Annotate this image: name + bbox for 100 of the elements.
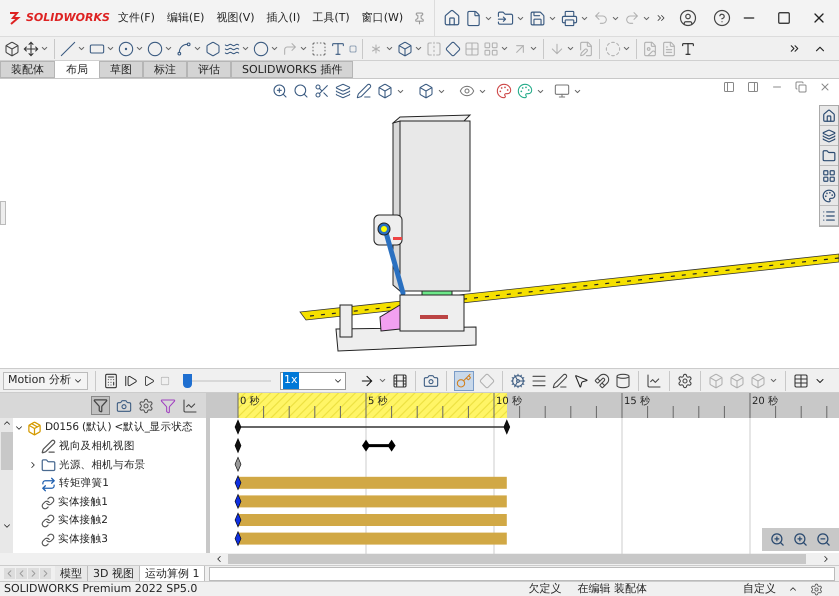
keyframe-diamond[interactable]	[234, 494, 242, 510]
box-icon[interactable]	[397, 40, 413, 56]
move-icon[interactable]	[23, 40, 39, 56]
text-icon[interactable]	[330, 40, 346, 56]
tree-item[interactable]: D0156 (默认) <默认_显示状态	[45, 420, 193, 436]
list-icon[interactable]	[822, 208, 836, 222]
box-icon[interactable]	[418, 83, 434, 99]
help-icon[interactable]	[713, 9, 732, 27]
document-tab[interactable]: 3D 视图	[88, 566, 140, 582]
user-icon[interactable]	[679, 9, 698, 27]
menu-item[interactable]: 视图(V)	[210, 10, 261, 26]
diamond-icon[interactable]	[445, 40, 461, 56]
box-icon[interactable]	[4, 40, 20, 56]
panel-left-icon[interactable]	[723, 81, 735, 93]
calculator-icon[interactable]	[103, 372, 119, 388]
keyframe-diamond[interactable]	[234, 419, 242, 435]
new-file-icon[interactable]	[465, 10, 482, 26]
camera-filter-icon[interactable]	[116, 398, 132, 414]
play-from-start-icon[interactable]	[124, 374, 138, 388]
layers-icon[interactable]	[822, 128, 836, 142]
settings-icon[interactable]	[677, 372, 693, 388]
gear-filter-icon[interactable]	[138, 398, 154, 414]
menu-item[interactable]: 编辑(E)	[160, 10, 210, 26]
zoom-out-icon[interactable]	[816, 532, 831, 547]
restore-icon[interactable]	[795, 81, 807, 93]
print-icon[interactable]	[561, 10, 578, 26]
open-folder-icon[interactable]	[497, 10, 514, 26]
ribbon-tab[interactable]: 标注	[143, 61, 187, 78]
ribbon-tab[interactable]: 草图	[99, 61, 143, 78]
chart-filter-icon[interactable]	[182, 398, 198, 414]
tree-item[interactable]: 光源、相机与布景	[59, 458, 146, 474]
play-icon[interactable]	[143, 374, 155, 386]
scrollbar-thumb[interactable]	[0, 432, 12, 470]
layers-icon[interactable]	[335, 83, 351, 99]
menu-item[interactable]: 文件(F)	[112, 10, 161, 26]
grid-icon[interactable]	[822, 168, 836, 182]
film-icon[interactable]	[392, 372, 408, 388]
chart-icon[interactable]	[646, 372, 662, 388]
pin-icon[interactable]	[413, 12, 426, 24]
definition-status: 欠定义	[528, 580, 562, 596]
pointer-icon[interactable]	[573, 372, 589, 388]
filter-icon[interactable]	[160, 398, 176, 414]
zoom-in-icon[interactable]	[793, 532, 808, 547]
playback-slider[interactable]	[183, 374, 271, 388]
dashed-square-icon[interactable]	[311, 40, 327, 56]
document-tab[interactable]: 模型	[55, 566, 88, 582]
keyframe-diamond[interactable]	[234, 438, 242, 454]
speed-dropdown[interactable]: 1x	[280, 372, 346, 390]
keyframe-diamond[interactable]	[234, 475, 242, 491]
ellipse-icon[interactable]	[253, 40, 269, 56]
zoom-icon[interactable]	[293, 83, 309, 99]
overflow-icon[interactable]	[788, 42, 801, 55]
timeline-span-line[interactable]	[241, 426, 504, 428]
ribbon-tab[interactable]: 装配体	[0, 61, 55, 78]
filter-icon[interactable]	[93, 398, 108, 413]
keyframe-diamond[interactable]	[234, 530, 242, 546]
tree-item[interactable]: 实体接触2	[58, 513, 108, 530]
keyframe-diamond[interactable]	[234, 456, 242, 472]
more-icon[interactable]	[655, 12, 668, 24]
tree-item[interactable]: 实体接触3	[58, 532, 108, 548]
line-icon[interactable]	[60, 40, 76, 56]
table-icon[interactable]	[793, 372, 809, 388]
camera-icon[interactable]	[423, 372, 439, 388]
palette-icon[interactable]	[496, 83, 512, 99]
scrollbar-thumb[interactable]	[228, 554, 806, 564]
panel-handle[interactable]	[0, 201, 6, 225]
menu-item[interactable]: 窗口(W)	[356, 10, 410, 26]
key-span-marker[interactable]	[362, 440, 396, 452]
zoom-fit-icon[interactable]	[770, 532, 785, 547]
ribbon-tab[interactable]: 评估	[187, 61, 231, 78]
panel-right-icon[interactable]	[747, 81, 759, 93]
save-icon[interactable]	[529, 10, 546, 26]
tree-item[interactable]: 实体接触1	[58, 494, 108, 511]
monitor-icon[interactable]	[554, 83, 570, 99]
keyframe-diamond[interactable]	[234, 512, 242, 528]
tree-item[interactable]: 视向及相机视图	[59, 439, 135, 455]
circle-icon[interactable]	[147, 40, 163, 56]
ribbon-tab[interactable]: 布局	[55, 61, 99, 78]
units-status[interactable]: 自定义	[743, 580, 776, 596]
document-tab[interactable]: 运动算例 1	[140, 566, 206, 582]
home-icon[interactable]	[443, 9, 462, 27]
settings-icon[interactable]	[810, 582, 823, 596]
text-icon[interactable]	[680, 40, 696, 56]
keyframe-diamond[interactable]	[503, 419, 510, 435]
maximize-icon[interactable]	[777, 11, 791, 25]
polygon-icon[interactable]	[205, 40, 221, 56]
ribbon-tab[interactable]: SOLIDWORKS 插件	[231, 61, 354, 78]
tree-item[interactable]: 转矩弹簧1	[59, 476, 109, 492]
section-icon[interactable]	[314, 83, 330, 99]
folder-icon[interactable]	[822, 148, 836, 162]
eye-icon[interactable]	[459, 83, 475, 99]
study-type-dropdown[interactable]: Motion 分析	[3, 372, 88, 390]
menu-item[interactable]: 工具(T)	[306, 10, 356, 26]
arc-icon[interactable]	[176, 40, 192, 56]
menu-item[interactable]: 插入(I)	[260, 10, 306, 26]
zoom-icon[interactable]	[272, 83, 288, 99]
palette-icon[interactable]	[822, 188, 836, 202]
home-icon[interactable]	[822, 108, 836, 122]
pen-icon[interactable]	[356, 83, 372, 99]
box-icon[interactable]	[377, 83, 393, 99]
